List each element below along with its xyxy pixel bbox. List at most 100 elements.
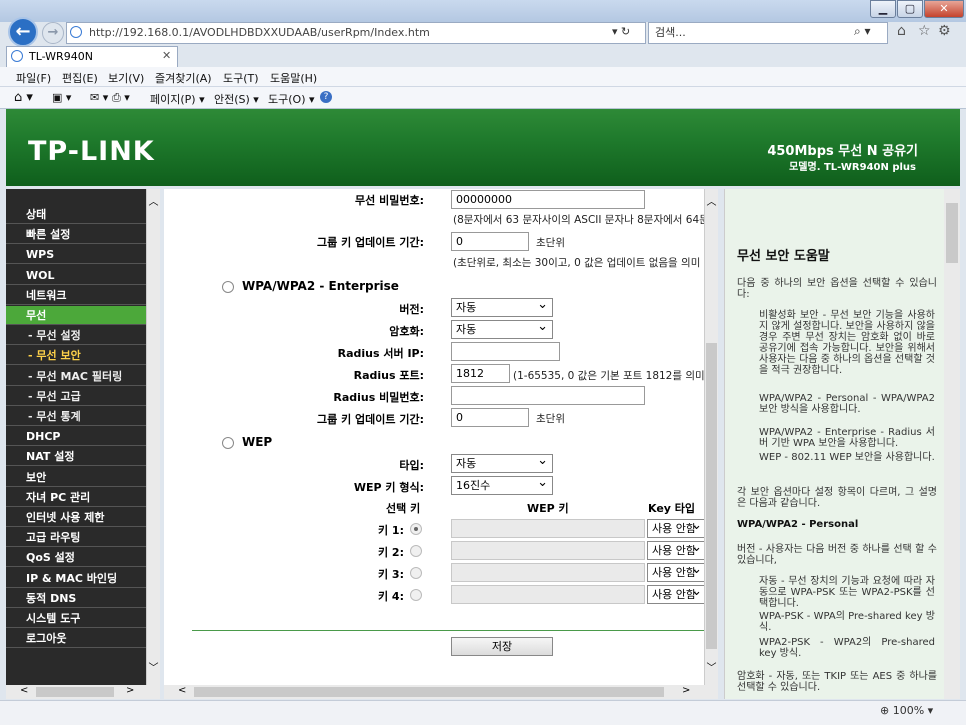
radius-port-input[interactable]: 1812 (451, 364, 510, 383)
left-menu-item[interactable]: WPS (6, 245, 146, 265)
help-bullet-disable: 비활성화 보안 - 무선 보안 기능을 사용하지 않게 설정합니다. 보안을 사… (759, 310, 935, 376)
browser-tab[interactable]: TL-WR940N (6, 46, 178, 68)
wep-key-type-select[interactable]: 사용 안함 (647, 517, 707, 538)
wep-key-input[interactable] (451, 585, 645, 604)
menu-edit[interactable]: 편집(E) (62, 70, 98, 86)
left-menu-item[interactable]: - 무선 MAC 필터링 (6, 367, 146, 386)
model-name: 모델명. TL-WR940N plus (789, 162, 916, 173)
left-menu-item[interactable]: - 무선 통계 (6, 407, 146, 426)
maximize-button[interactable]: ▢ (897, 0, 923, 18)
menu-file[interactable]: 파일(F) (16, 70, 51, 86)
wep-key-radio[interactable] (410, 545, 422, 557)
help-icon[interactable]: ? (320, 91, 332, 103)
settings-gear-icon[interactable]: ⚙ (938, 23, 951, 39)
minimize-button[interactable]: ▁ (870, 0, 896, 18)
left-scrollbar[interactable]: ︿ ﹀ (146, 189, 160, 685)
wep-key-type-select[interactable]: 사용 안함 (647, 583, 707, 604)
group-key2-label: 그룹 키 업데이트 기간: (317, 413, 424, 426)
zoom-level[interactable]: ⊕ 100% ▾ (880, 704, 933, 717)
help-panel: 무선 보안 도움말 다음 중 하나의 보안 옵션을 선택할 수 있습니다: 비활… (724, 189, 944, 699)
left-menu-item[interactable]: 로그아웃 (6, 629, 146, 649)
close-window-button[interactable]: ✕ (924, 0, 964, 18)
group-key-input[interactable]: 0 (451, 232, 529, 251)
wep-key-type-select[interactable]: 사용 안함 (647, 561, 707, 582)
col-select-key: 선택 키 (386, 502, 421, 515)
print-icon[interactable]: ⎙ ▾ (112, 91, 130, 105)
search-input[interactable]: 검색... (648, 22, 888, 44)
left-menu-item[interactable]: 동적 DNS (6, 589, 146, 608)
wep-type-select[interactable]: 자동 (451, 452, 553, 473)
menu-favorites[interactable]: 즐겨찾기(A) (155, 70, 212, 86)
radius-port-label: Radius 포트: (353, 369, 424, 382)
help-version-wpa: WPA-PSK - WPA의 Pre-shared key 방식. (759, 611, 935, 633)
wep-key-radio[interactable] (410, 523, 422, 535)
save-button[interactable]: 저장 (451, 637, 553, 656)
version-select[interactable]: 자동 (451, 296, 553, 317)
group-key-note: (초단위로, 최소는 30이고, 0 값은 업데이트 없음을 의미 (453, 257, 701, 269)
forward-icon[interactable]: → (42, 22, 64, 44)
left-menu-item[interactable]: 무선 (6, 306, 146, 325)
main-scrollbar[interactable]: ︿ ﹀ (704, 189, 718, 685)
mail-icon[interactable]: ✉ ▾ (90, 91, 108, 104)
left-menu-item[interactable]: - 무선 보안 (6, 346, 146, 366)
wep-key-label: 키 2: (377, 546, 404, 559)
wep-format-select[interactable]: 16진수 (451, 474, 553, 495)
safety-menu[interactable]: 안전(S) ▾ (214, 91, 259, 107)
address-bar[interactable]: http://192.168.0.1/AVODLHDBDXXUDAAB/user… (66, 22, 646, 44)
left-menu-item[interactable]: QoS 설정 (6, 548, 146, 568)
help-version-desc: 버전 - 사용자는 다음 버전 중 하나를 선택 할 수 있습니다, (737, 544, 937, 566)
radius-ip-label: Radius 서버 IP: (337, 347, 424, 360)
menu-view[interactable]: 보기(V) (108, 70, 144, 86)
tab-close-icon[interactable]: ✕ (162, 49, 171, 62)
enterprise-radio[interactable] (222, 281, 234, 293)
status-bar (0, 700, 966, 725)
wep-key-input[interactable] (451, 519, 645, 538)
wep-radio[interactable] (222, 437, 234, 449)
left-menu-item[interactable]: 시스템 도구 (6, 609, 146, 628)
left-menu-item[interactable]: DHCP (6, 427, 146, 447)
feeds-icon[interactable]: ▣ ▾ (52, 91, 71, 104)
radius-password-input[interactable] (451, 386, 645, 405)
left-menu-item[interactable]: - 무선 설정 (6, 326, 146, 346)
wireless-password-input[interactable]: 00000000 (451, 190, 645, 209)
left-menu-item[interactable]: 자녀 PC 관리 (6, 488, 146, 507)
group-key-unit: 초단위 (536, 237, 565, 249)
wep-type-label: 타입: (399, 459, 424, 472)
wep-key-radio[interactable] (410, 567, 422, 579)
left-hscrollbar[interactable]: < > (6, 685, 160, 699)
radius-ip-input[interactable] (451, 342, 560, 361)
group-key2-input[interactable]: 0 (451, 408, 529, 427)
wep-key-radio[interactable] (410, 589, 422, 601)
encryption-select[interactable]: 자동 (451, 318, 553, 339)
tplink-logo: TP-LINK (28, 136, 155, 167)
left-menu-item[interactable]: 보안 (6, 468, 146, 487)
home-cmd-icon[interactable]: ⌂ ▾ (14, 90, 33, 105)
menu-tools[interactable]: 도구(T) (223, 70, 259, 86)
left-menu-item[interactable]: 고급 라우팅 (6, 528, 146, 548)
left-menu-item[interactable]: - 무선 고급 (6, 387, 146, 406)
favorites-star-icon[interactable]: ☆ (918, 23, 931, 39)
back-icon[interactable]: ← (8, 17, 38, 47)
left-menu-item[interactable]: IP & MAC 바인딩 (6, 569, 146, 588)
password-note: (8문자에서 63 문자사이의 ASCII 문자나 8문자에서 64문 (453, 214, 709, 226)
left-menu-item[interactable]: 빠른 설정 (6, 225, 146, 245)
left-menu-item[interactable]: WOL (6, 266, 146, 285)
refresh-icon[interactable]: ▾ ↻ (612, 25, 630, 38)
left-menu-item[interactable]: 네트워크 (6, 286, 146, 305)
help-bullet-personal: WPA/WPA2 - Personal - WPA/WPA2 보안 방식을 사용… (759, 393, 935, 415)
home-icon[interactable]: ⌂ (897, 23, 906, 39)
wep-key-type-select[interactable]: 사용 안함 (647, 539, 707, 560)
search-icon[interactable]: ⌕ ▾ (854, 24, 871, 39)
main-form-panel: 무선 비밀번호: 00000000 (8문자에서 63 문자사이의 ASCII … (164, 189, 718, 685)
wep-key-input[interactable] (451, 541, 645, 560)
wep-key-input[interactable] (451, 563, 645, 582)
tools-menu[interactable]: 도구(O) ▾ (268, 91, 315, 107)
left-menu-item[interactable]: 인터넷 사용 제한 (6, 508, 146, 527)
main-hscrollbar[interactable]: < > (164, 685, 718, 699)
help-scrollbar[interactable] (944, 189, 960, 699)
left-menu-item[interactable]: NAT 설정 (6, 447, 146, 467)
left-menu-item[interactable]: 상태 (6, 205, 146, 224)
page-menu[interactable]: 페이지(P) ▾ (150, 91, 205, 107)
help-title: 무선 보안 도움말 (737, 249, 830, 264)
menu-help[interactable]: 도움말(H) (270, 70, 317, 86)
